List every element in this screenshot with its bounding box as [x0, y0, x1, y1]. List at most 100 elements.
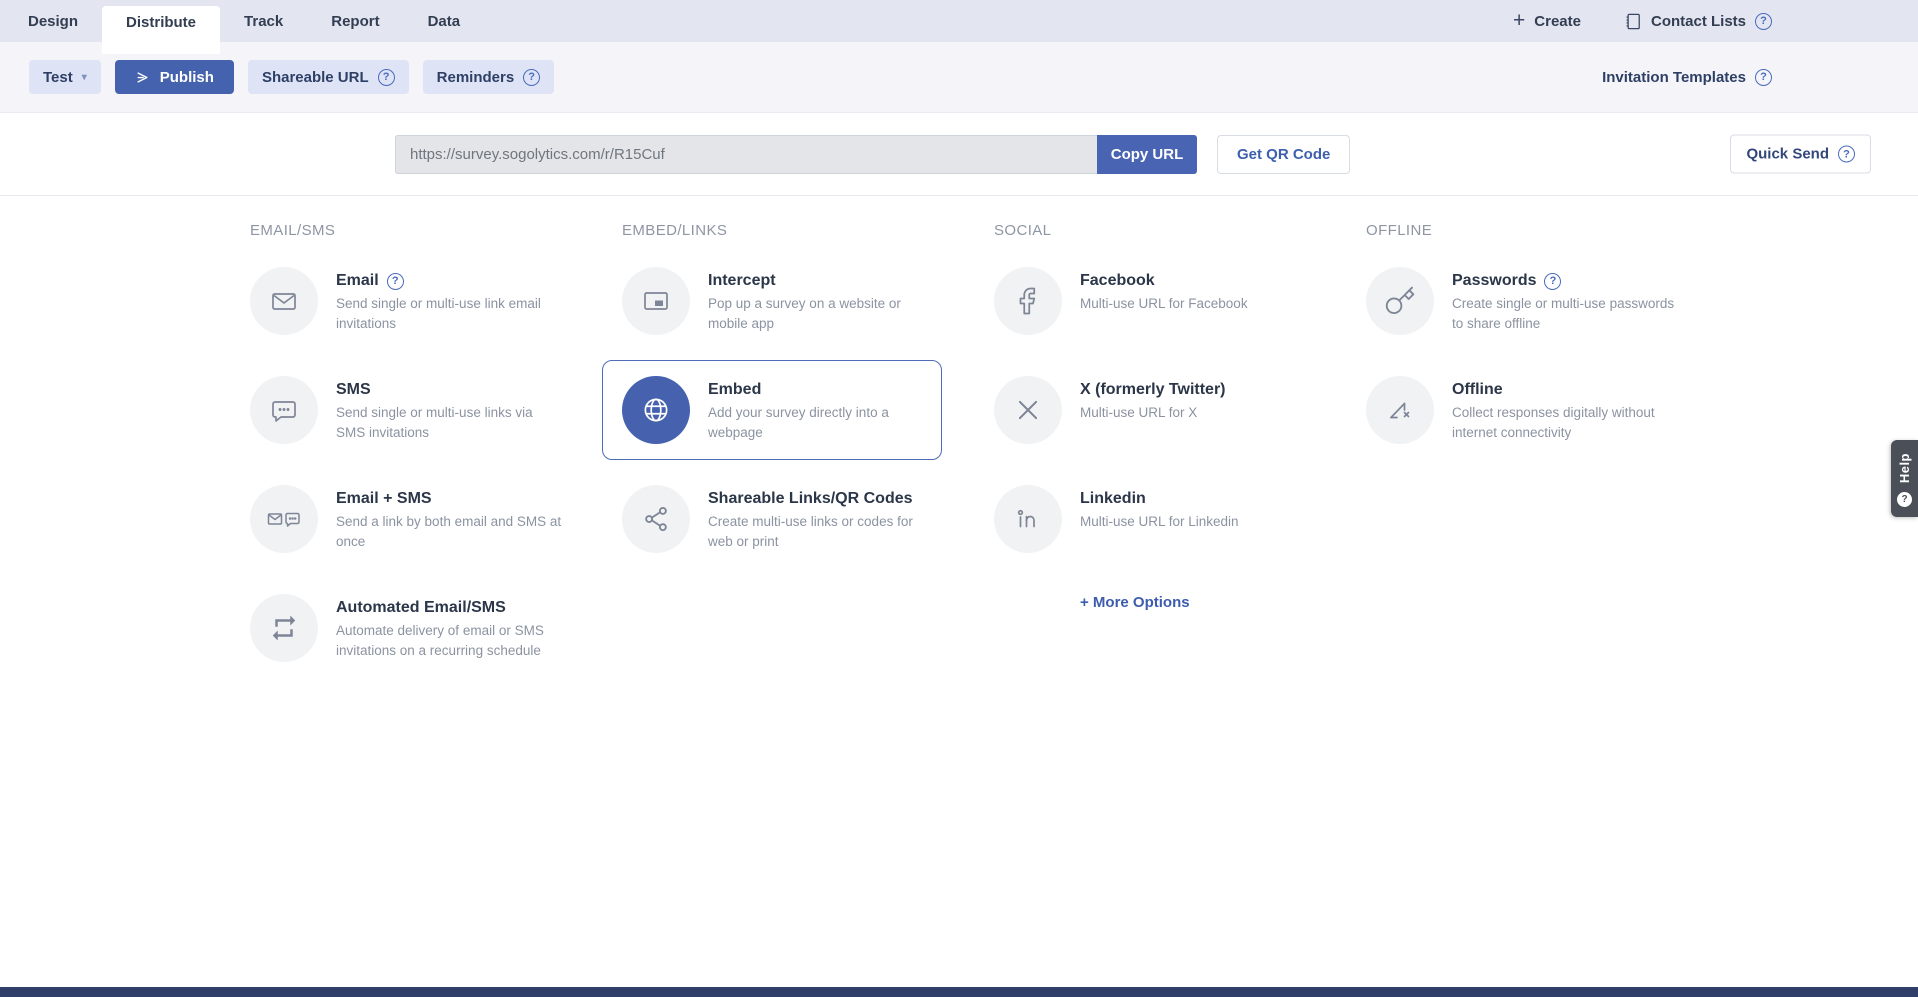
option-description: Multi-use URL for Linkedin — [1080, 512, 1239, 532]
tab-track[interactable]: Track — [220, 0, 307, 42]
option-title: SMS — [336, 381, 371, 399]
tab-report[interactable]: Report — [307, 0, 403, 42]
create-label: Create — [1534, 13, 1581, 30]
option-embed[interactable]: Embed Add your survey directly into a web… — [602, 360, 942, 460]
option-text: SMS Send single or multi-use links via SM… — [336, 376, 564, 444]
tab-data[interactable]: Data — [404, 0, 485, 42]
invitation-templates-link[interactable]: Invitation Templates ? — [1602, 69, 1772, 86]
automated-icon — [269, 613, 299, 643]
option-email-sms[interactable]: Email + SMSSend a link by both email and… — [250, 485, 590, 553]
column-header: SOCIAL — [994, 222, 1366, 239]
contact-book-icon — [1623, 12, 1642, 31]
option-shareable-links-qr-codes[interactable]: Shareable Links/QR CodesCreate multi-use… — [622, 485, 962, 553]
option-facebook[interactable]: Facebook Multi-use URL for Facebook — [994, 267, 1334, 335]
option-description: Add your survey directly into a webpage — [708, 403, 922, 442]
option-description: Automate delivery of email or SMS invita… — [336, 621, 564, 660]
offline-icon — [1384, 394, 1416, 426]
invitation-templates-label: Invitation Templates — [1602, 69, 1746, 86]
option-icon-circle — [1366, 267, 1434, 335]
reminders-button[interactable]: Reminders ? — [423, 60, 555, 94]
option-title: Embed — [708, 381, 761, 399]
column-email-sms: EMAIL/SMS Email? Send single or multi-use … — [250, 222, 622, 703]
help-question-icon: ? — [1897, 492, 1912, 507]
more-options-link[interactable]: + More Options — [1080, 594, 1366, 611]
option-text: Linkedin Multi-use URL for Linkedin — [1080, 485, 1239, 553]
publish-label: Publish — [160, 69, 214, 86]
option-icon-circle — [622, 376, 690, 444]
option-description: Pop up a survey on a website or mobile a… — [708, 294, 936, 333]
option-description: Multi-use URL for Facebook — [1080, 294, 1248, 314]
option-text: Shareable Links/QR CodesCreate multi-use… — [708, 485, 936, 553]
help-circle-icon[interactable]: ? — [387, 273, 404, 290]
copy-url-button[interactable]: Copy URL — [1097, 135, 1197, 174]
option-description: Collect responses digitally without inte… — [1452, 403, 1680, 442]
column-header: EMBED/LINKS — [622, 222, 994, 239]
shareable-url-label: Shareable URL — [262, 69, 369, 86]
help-tab[interactable]: Help ? — [1891, 440, 1918, 517]
option-icon-circle — [250, 376, 318, 444]
option-text: Intercept Pop up a survey on a website or… — [708, 267, 936, 335]
option-offline[interactable]: Offline Collect responses digitally witho… — [1366, 376, 1706, 444]
option-passwords[interactable]: Passwords?Create single or multi-use pas… — [1366, 267, 1706, 335]
column-header: OFFLINE — [1366, 222, 1738, 239]
nav-tabs: DesignDistributeTrackReportData — [4, 0, 484, 42]
contact-lists-button[interactable]: Contact Lists ? — [1623, 12, 1772, 31]
x-icon — [1015, 397, 1041, 423]
survey-url-input[interactable] — [395, 135, 1097, 174]
option-title: Passwords — [1452, 272, 1536, 290]
option-x-formerly-twitter[interactable]: X (formerly Twitter)Multi-use URL for X — [994, 376, 1334, 444]
column-header: EMAIL/SMS — [250, 222, 622, 239]
publish-button[interactable]: Publish — [115, 60, 234, 94]
option-title: Facebook — [1080, 272, 1155, 290]
intercept-icon — [640, 285, 672, 317]
option-description: Send a link by both email and SMS at onc… — [336, 512, 564, 551]
option-icon-circle — [250, 485, 318, 553]
toolbar-left: Test ▾ Publish Shareable URL ? Reminders… — [29, 60, 554, 94]
option-text: Embed Add your survey directly into a web… — [708, 376, 922, 444]
option-title: Automated Email/SMS — [336, 599, 506, 617]
test-label: Test — [43, 69, 73, 86]
option-icon-circle — [1366, 376, 1434, 444]
passwords-icon — [1384, 285, 1416, 317]
get-qr-code-button[interactable]: Get QR Code — [1217, 135, 1350, 174]
help-circle-icon: ? — [1755, 13, 1772, 30]
tab-design[interactable]: Design — [4, 0, 102, 42]
shareable-links-icon — [641, 504, 671, 534]
option-title: Offline — [1452, 381, 1503, 399]
help-circle-icon: ? — [378, 69, 395, 86]
option-text: Offline Collect responses digitally witho… — [1452, 376, 1680, 444]
option-email[interactable]: Email? Send single or multi-use link emai… — [250, 267, 590, 335]
quick-send-button[interactable]: Quick Send ? — [1730, 135, 1871, 174]
shareable-url-button[interactable]: Shareable URL ? — [248, 60, 409, 94]
option-intercept[interactable]: Intercept Pop up a survey on a website or… — [622, 267, 962, 335]
column-offline: OFFLINE Passwords?Create single or multi-… — [1366, 222, 1738, 485]
option-title: Intercept — [708, 272, 776, 290]
email-sms-icon — [266, 503, 302, 535]
option-title: Shareable Links/QR Codes — [708, 490, 913, 508]
option-description: Send single or multi-use links via SMS i… — [336, 403, 564, 442]
test-dropdown[interactable]: Test ▾ — [29, 60, 101, 94]
send-icon — [135, 70, 150, 85]
help-circle-icon[interactable]: ? — [1544, 273, 1561, 290]
option-linkedin[interactable]: Linkedin Multi-use URL for Linkedin — [994, 485, 1334, 553]
option-title: Linkedin — [1080, 490, 1146, 508]
option-icon-circle — [250, 594, 318, 662]
help-label: Help — [1897, 453, 1912, 483]
option-text: Passwords?Create single or multi-use pas… — [1452, 267, 1680, 335]
option-title: Email — [336, 272, 379, 290]
option-text: Automated Email/SMS Automate delivery of … — [336, 594, 564, 662]
tab-distribute[interactable]: Distribute — [102, 6, 220, 54]
chevron-down-icon: ▾ — [82, 72, 87, 83]
top-navbar: DesignDistributeTrackReportData + Create… — [0, 0, 1918, 42]
url-group: Copy URL Get QR Code — [395, 135, 1350, 174]
distribute-toolbar: Test ▾ Publish Shareable URL ? Reminders… — [0, 42, 1918, 113]
email-icon — [268, 285, 300, 317]
quick-send-label: Quick Send — [1746, 146, 1829, 163]
option-sms[interactable]: SMS Send single or multi-use links via SM… — [250, 376, 590, 444]
option-description: Send single or multi-use link email invi… — [336, 294, 564, 333]
option-icon-circle — [622, 267, 690, 335]
option-icon-circle — [994, 485, 1062, 553]
option-automated-email-sms[interactable]: Automated Email/SMS Automate delivery of … — [250, 594, 590, 662]
create-button[interactable]: + Create — [1513, 12, 1581, 31]
option-text: Email? Send single or multi-use link emai… — [336, 267, 564, 335]
